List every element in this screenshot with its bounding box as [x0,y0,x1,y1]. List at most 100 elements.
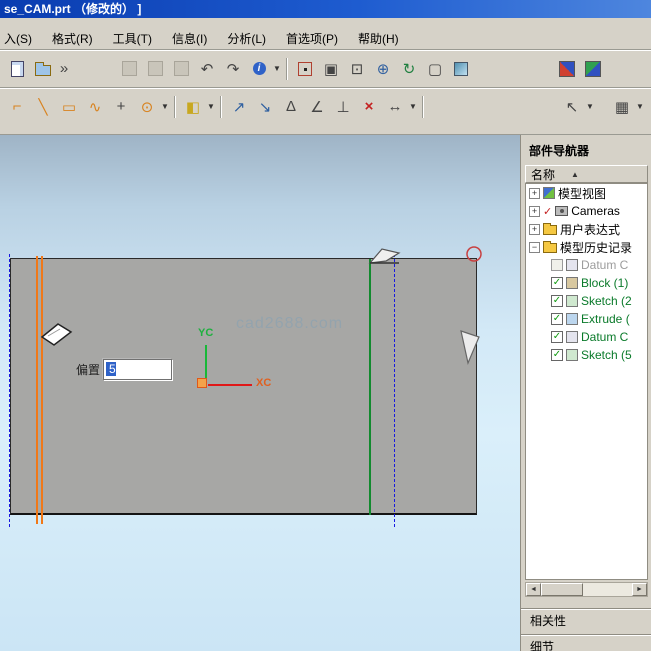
datum-line-right[interactable] [394,254,395,527]
checkbox-checked-icon[interactable]: ✓ [551,331,563,343]
check-icon[interactable]: ✓ [543,205,552,218]
collapse-icon[interactable]: − [529,242,540,253]
zoom-box-button[interactable]: ⊡ [344,56,370,82]
snap-point-button[interactable]: ▦ [609,94,635,120]
information-dropdown-icon[interactable]: ▼ [272,56,282,82]
menu-item-information[interactable]: 信息(I) [172,30,207,47]
tree-item-label: 用户表达式 [560,221,620,238]
rectangle-button[interactable]: ▭ [56,94,82,120]
datum-csys-icon [566,331,578,343]
scroll-right-icon[interactable]: ► [632,583,647,596]
block-solid[interactable] [10,258,477,515]
sketch-circle-handle-icon[interactable] [465,245,483,263]
window-display-button[interactable]: ▣ [318,56,344,82]
menu-item-insert[interactable]: 入(S) [4,30,32,47]
tree-item-sketch-2[interactable]: ✓ Sketch (2 [526,292,647,310]
circle-dropdown-icon[interactable]: ▼ [160,94,170,120]
information-button[interactable]: i [246,56,272,82]
menu-item-preferences[interactable]: 首选项(P) [286,30,338,47]
paste-icon [174,61,189,76]
snap-point-dropdown-icon[interactable]: ▼ [635,94,645,120]
circle-button[interactable]: ⊙ [134,94,160,120]
checkbox-checked-icon[interactable]: ✓ [551,313,563,325]
sketch-dart-handle-icon[interactable] [458,327,482,367]
tree-item-block[interactable]: ✓ Block (1) [526,274,647,292]
title-bar: se_CAM.prt （修改的） ] [0,0,651,18]
redo-button[interactable]: ↷ [220,56,246,82]
edge-line-green[interactable] [369,259,371,515]
new-part-button[interactable] [4,56,30,82]
graphics-viewport[interactable]: cad2688.com YC XC 偏置 5 [0,135,520,651]
tree-item-cameras[interactable]: + ✓ Cameras [526,202,647,220]
tree-item-datum-csys-2[interactable]: ✓ Datum C [526,328,647,346]
expand-icon[interactable]: + [529,206,540,217]
spray-fill-icon: ◧ [186,98,200,116]
line-button[interactable]: ╲ [30,94,56,120]
selection-filter-dropdown-icon[interactable]: ▼ [585,94,595,120]
save-icon [122,61,137,76]
dimension-dropdown-icon[interactable]: ▼ [408,94,418,120]
fit-view-button[interactable] [292,56,318,82]
checkbox-checked-icon[interactable]: ✓ [551,277,563,289]
perpendicular-button[interactable]: ⊥ [330,94,356,120]
section-dependencies[interactable]: 相关性 [521,608,651,633]
menu-item-format[interactable]: 格式(R) [52,30,93,47]
checkbox-unchecked-icon[interactable]: ✓ [551,259,563,271]
undo-icon: ↶ [201,60,214,78]
horizontal-scrollbar[interactable]: ◄ ► [525,582,648,597]
block-icon [566,277,578,289]
dimension-button[interactable]: ↔ [382,94,408,120]
menu-item-tools[interactable]: 工具(T) [113,30,152,47]
section-label: 细节 [530,640,554,651]
tree-item-model-views[interactable]: + 模型视图 [526,184,647,202]
profile-button[interactable]: ⌐ [4,94,30,120]
sort-ascending-icon[interactable]: ▲ [571,170,579,179]
sketch-handle-icon[interactable] [368,246,402,268]
menu-item-analysis[interactable]: 分析(L) [227,30,266,47]
interpart-link-button[interactable] [554,56,580,82]
point-button[interactable]: + [108,94,134,120]
interpart-copy-button[interactable] [580,56,606,82]
spray-fill-dropdown-icon[interactable]: ▼ [206,94,216,120]
perpendicular-icon: ⊥ [336,98,349,116]
shaded-view-button[interactable] [448,56,474,82]
menu-item-help[interactable]: 帮助(H) [358,30,399,47]
section-details[interactable]: 细节 [521,634,651,651]
tree-item-user-expressions[interactable]: + 用户表达式 [526,220,647,238]
panel-title: 部件导航器 [529,142,589,159]
checkbox-checked-icon[interactable]: ✓ [551,349,563,361]
triangle-constraint-button[interactable]: Δ [278,94,304,120]
pan-button[interactable]: ▢ [422,56,448,82]
tree-item-label: Datum C [581,330,628,344]
offset-input[interactable]: 5 [103,359,172,380]
expand-icon[interactable]: + [529,188,540,199]
spray-fill-button[interactable]: ◧ [180,94,206,120]
offset-line-2[interactable] [41,256,43,524]
open-button[interactable] [30,56,56,82]
spline-button[interactable]: ∿ [82,94,108,120]
tree-column-header[interactable]: 名称 ▲ [525,165,648,183]
quick-trim-button[interactable]: × [356,94,382,120]
checkbox-checked-icon[interactable]: ✓ [551,295,563,307]
constraint-se-button[interactable]: ↘ [252,94,278,120]
offset-input-widget: 偏置 5 [76,359,172,380]
datum-line-left[interactable] [9,254,10,527]
scrollbar-thumb[interactable] [541,583,583,596]
offset-line-1[interactable] [36,256,38,524]
scroll-left-icon[interactable]: ◄ [526,583,541,596]
selection-filter-button[interactable]: ↖ [559,94,585,120]
constraint-ne-button[interactable]: ↗ [226,94,252,120]
undo-button[interactable]: ↶ [194,56,220,82]
toolbar-overflow-button[interactable]: » [56,56,72,82]
tree-item-extrude[interactable]: ✓ Extrude ( [526,310,647,328]
angle-button[interactable]: ∠ [304,94,330,120]
zoom-button[interactable]: ⊕ [370,56,396,82]
tree-item-model-history[interactable]: − 模型历史记录 [526,238,647,256]
expand-icon[interactable]: + [529,224,540,235]
tree-item-sketch-5[interactable]: ✓ Sketch (5 [526,346,647,364]
tree-item-datum-csys-1[interactable]: ✓ Datum C [526,256,647,274]
toolbar-sketch: ⌐ ╲ ▭ ∿ + ⊙ ▼ ◧ ▼ ↗ ↘ Δ ∠ ⊥ × ↔ ▼ ↖ ▼ ▦ … [0,88,651,124]
refresh-button[interactable]: ↻ [396,56,422,82]
csys-origin-marker[interactable] [197,378,207,388]
camera-icon [555,206,568,216]
